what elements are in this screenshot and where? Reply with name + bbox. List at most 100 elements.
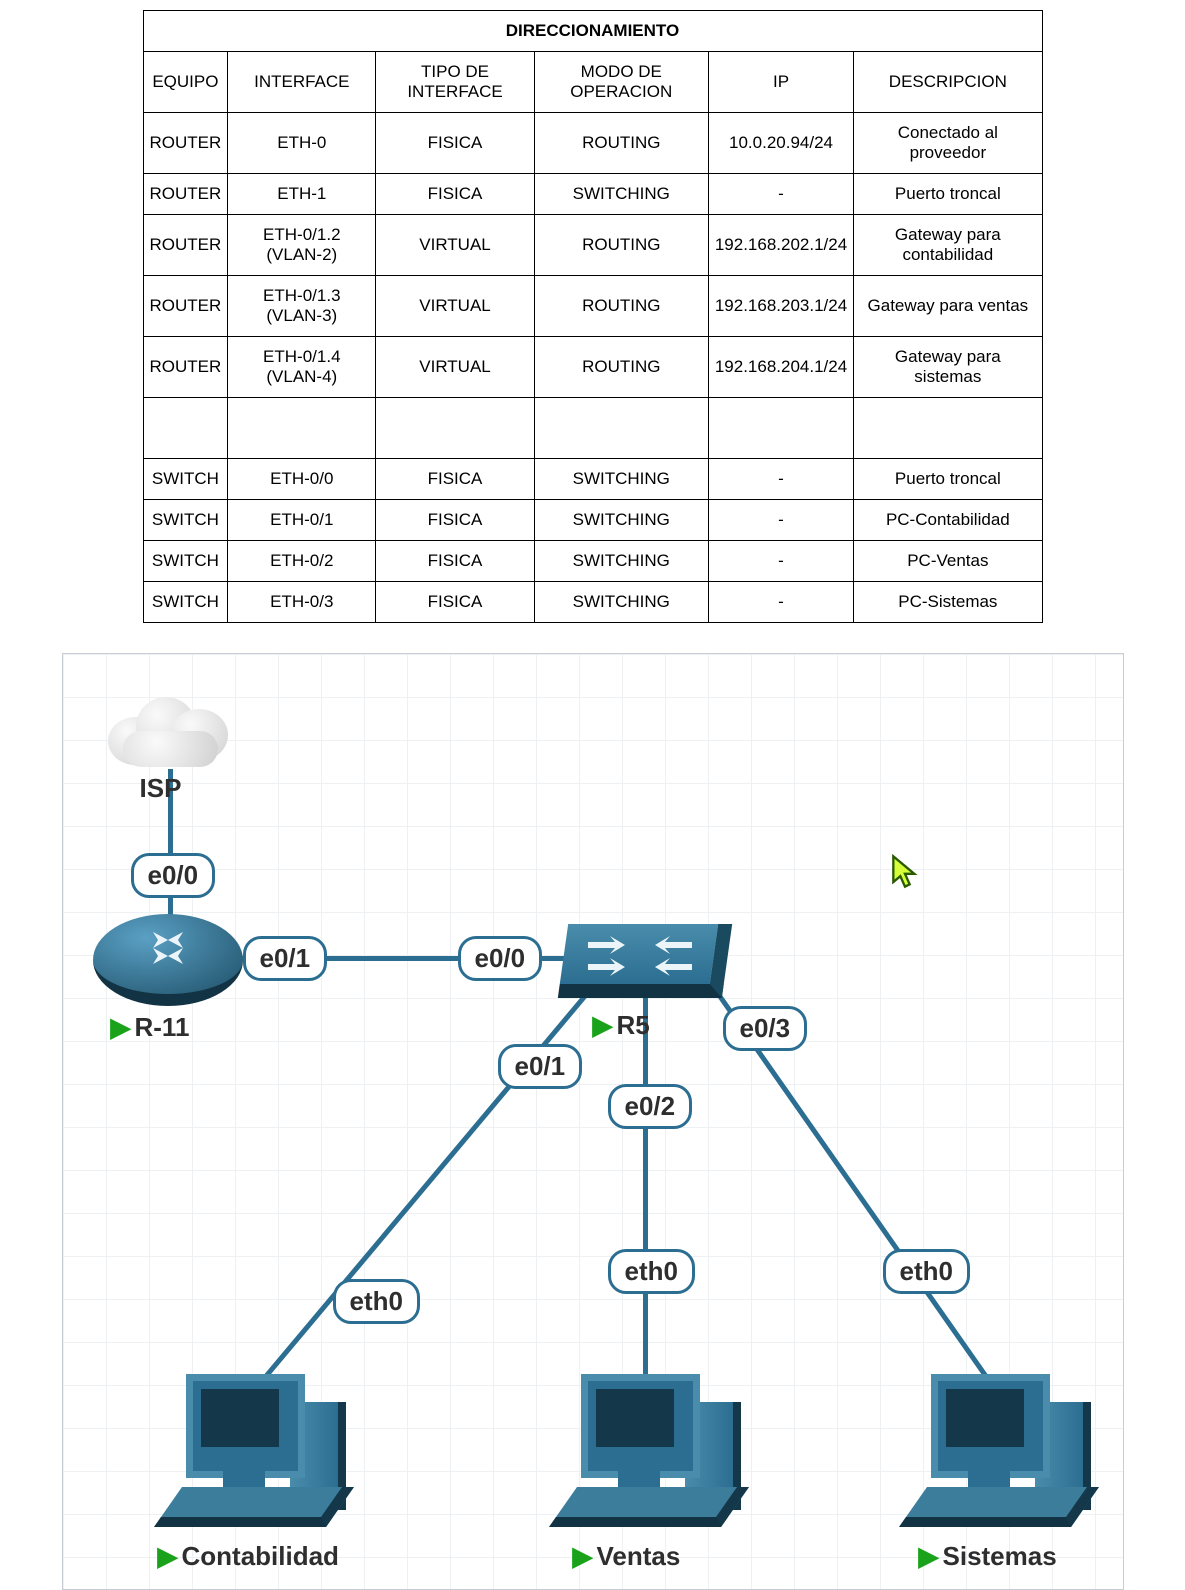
cell-modo: ROUTING — [534, 276, 708, 337]
cell-interface: ETH-1 — [228, 174, 376, 215]
table-row: SWITCHETH-0/3FISICASWITCHING-PC-Sistemas — [143, 582, 1042, 623]
play-icon: ▶ — [573, 1541, 593, 1571]
iface-router-e01: e0/1 — [243, 936, 328, 981]
iface-pc2-eth0: eth0 — [608, 1249, 695, 1294]
cell-modo: SWITCHING — [534, 174, 708, 215]
col-modo: MODO DE OPERACION — [534, 52, 708, 113]
pc-icon — [168, 1374, 338, 1539]
cell-desc: Gateway para ventas — [854, 276, 1042, 337]
switch-icon — [557, 924, 731, 998]
table-header-row: EQUIPO INTERFACE TIPO DE INTERFACE MODO … — [143, 52, 1042, 113]
cell-equipo: ROUTER — [143, 113, 228, 174]
cell-equipo: SWITCH — [143, 500, 228, 541]
table-row — [143, 398, 1042, 459]
col-ip: IP — [708, 52, 853, 113]
cell-modo: ROUTING — [534, 113, 708, 174]
cell-equipo: ROUTER — [143, 215, 228, 276]
iface-switch-e02: e0/2 — [608, 1084, 693, 1129]
cell-modo — [534, 398, 708, 459]
iface-switch-e00: e0/0 — [458, 936, 543, 981]
pc-icon — [563, 1374, 733, 1539]
cell-desc: Gateway para contabilidad — [854, 215, 1042, 276]
col-tipo: TIPO DE INTERFACE — [376, 52, 534, 113]
cell-equipo: SWITCH — [143, 459, 228, 500]
cell-interface: ETH-0/1.2 (VLAN-2) — [228, 215, 376, 276]
play-icon: ▶ — [919, 1541, 939, 1571]
cell-modo: SWITCHING — [534, 500, 708, 541]
cell-interface: ETH-0/3 — [228, 582, 376, 623]
cell-equipo — [143, 398, 228, 459]
cell-desc: PC-Ventas — [854, 541, 1042, 582]
cell-ip: 192.168.204.1/24 — [708, 337, 853, 398]
table-row: SWITCHETH-0/2FISICASWITCHING-PC-Ventas — [143, 541, 1042, 582]
pc2-label: ▶Ventas — [573, 1541, 733, 1572]
link-switch-pc2 — [643, 994, 648, 1394]
play-icon: ▶ — [593, 1010, 613, 1040]
cell-equipo: ROUTER — [143, 174, 228, 215]
col-interface: INTERFACE — [228, 52, 376, 113]
cell-tipo: FISICA — [376, 174, 534, 215]
col-equipo: EQUIPO — [143, 52, 228, 113]
table-row: ROUTERETH-0/1.3 (VLAN-3)VIRTUALROUTING19… — [143, 276, 1042, 337]
pc1-label: ▶Contabilidad — [158, 1541, 339, 1572]
play-icon: ▶ — [158, 1541, 178, 1571]
cell-ip: - — [708, 459, 853, 500]
table-row: ROUTERETH-0FISICAROUTING10.0.20.94/24Con… — [143, 113, 1042, 174]
cell-tipo: FISICA — [376, 582, 534, 623]
cell-tipo: VIRTUAL — [376, 276, 534, 337]
pc-contabilidad-node[interactable]: ▶Contabilidad — [168, 1374, 339, 1572]
addressing-table-container: DIRECCIONAMIENTO EQUIPO INTERFACE TIPO D… — [0, 0, 1185, 623]
cell-ip: - — [708, 174, 853, 215]
cell-ip: 192.168.203.1/24 — [708, 276, 853, 337]
iface-switch-e03: e0/3 — [723, 1006, 808, 1051]
pc-icon — [913, 1374, 1083, 1539]
cell-modo: SWITCHING — [534, 582, 708, 623]
cell-tipo: FISICA — [376, 541, 534, 582]
play-icon: ▶ — [111, 1012, 131, 1042]
cell-interface: ETH-0/1.4 (VLAN-4) — [228, 337, 376, 398]
cell-desc: Puerto troncal — [854, 459, 1042, 500]
cell-desc: Conectado al proveedor — [854, 113, 1042, 174]
cell-desc: PC-Contabilidad — [854, 500, 1042, 541]
cell-ip: - — [708, 541, 853, 582]
cell-ip: 192.168.202.1/24 — [708, 215, 853, 276]
network-diagram: ISP ▶R-11 — [62, 653, 1124, 1590]
table-row: ROUTERETH-0/1.2 (VLAN-2)VIRTUALROUTING19… — [143, 215, 1042, 276]
col-desc: DESCRIPCION — [854, 52, 1042, 113]
table-row: SWITCHETH-0/1FISICASWITCHING-PC-Contabil… — [143, 500, 1042, 541]
cell-tipo — [376, 398, 534, 459]
table-title: DIRECCIONAMIENTO — [143, 11, 1042, 52]
cell-interface: ETH-0 — [228, 113, 376, 174]
cloud-icon — [108, 689, 238, 769]
cell-tipo: VIRTUAL — [376, 337, 534, 398]
table-row: SWITCHETH-0/0FISICASWITCHING-Puerto tron… — [143, 459, 1042, 500]
iface-router-e00: e0/0 — [131, 853, 216, 898]
router-node[interactable]: ▶R-11 — [93, 914, 243, 1043]
pc-ventas-node[interactable]: ▶Ventas — [563, 1374, 733, 1572]
cell-desc: PC-Sistemas — [854, 582, 1042, 623]
pc-sistemas-node[interactable]: ▶Sistemas — [913, 1374, 1083, 1572]
cell-interface: ETH-0/1.3 (VLAN-3) — [228, 276, 376, 337]
cell-tipo: FISICA — [376, 500, 534, 541]
cell-modo: SWITCHING — [534, 459, 708, 500]
cell-equipo: SWITCH — [143, 582, 228, 623]
switch-label: ▶R5 — [593, 1010, 727, 1041]
cell-ip: - — [708, 582, 853, 623]
router-label: ▶R-11 — [111, 1012, 243, 1043]
switch-node[interactable]: ▶R5 — [563, 924, 727, 1041]
cursor-icon — [891, 854, 919, 890]
cell-ip: - — [708, 500, 853, 541]
pc3-label: ▶Sistemas — [919, 1541, 1083, 1572]
router-icon — [93, 914, 243, 1006]
iface-pc1-eth0: eth0 — [333, 1279, 420, 1324]
cell-ip: 10.0.20.94/24 — [708, 113, 853, 174]
cell-ip — [708, 398, 853, 459]
cell-desc: Gateway para sistemas — [854, 337, 1042, 398]
cell-interface: ETH-0/1 — [228, 500, 376, 541]
cell-desc — [854, 398, 1042, 459]
cell-equipo: SWITCH — [143, 541, 228, 582]
iface-pc3-eth0: eth0 — [883, 1249, 970, 1294]
cell-modo: ROUTING — [534, 337, 708, 398]
cell-interface: ETH-0/2 — [228, 541, 376, 582]
isp-node[interactable]: ISP — [108, 689, 238, 804]
